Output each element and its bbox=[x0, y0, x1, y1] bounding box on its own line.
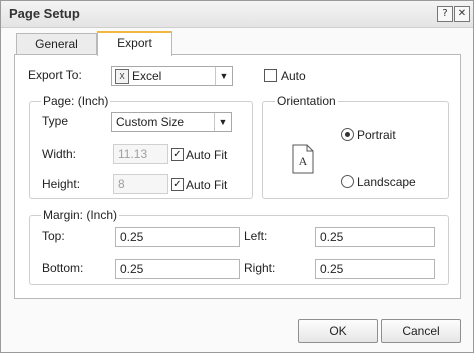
width-auto-fit-checkbox[interactable]: ✓ bbox=[171, 148, 184, 161]
height-auto-fit-label: Auto Fit bbox=[186, 178, 228, 192]
portrait-radio[interactable] bbox=[341, 128, 354, 141]
height-auto-fit-checkbox[interactable]: ✓ bbox=[171, 178, 184, 191]
width-label: Width: bbox=[42, 147, 77, 161]
ok-button[interactable]: OK bbox=[298, 319, 378, 343]
close-icon[interactable]: ✕ bbox=[454, 6, 470, 22]
page-icon-letter: A bbox=[299, 154, 308, 168]
height-field[interactable]: 8 bbox=[113, 174, 168, 194]
landscape-label: Landscape bbox=[357, 175, 416, 189]
landscape-radio[interactable] bbox=[341, 175, 354, 188]
chevron-down-icon: ▼ bbox=[214, 113, 231, 131]
orientation-group bbox=[262, 101, 449, 199]
auto-label: Auto bbox=[281, 69, 306, 83]
page-group-label: Page: (Inch) bbox=[41, 94, 111, 108]
margin-bottom-value: 0.25 bbox=[120, 262, 144, 276]
export-format-value: Excel bbox=[132, 69, 162, 83]
portrait-label: Portrait bbox=[357, 128, 396, 142]
tab-export[interactable]: Export bbox=[97, 31, 172, 56]
page-type-select[interactable]: Custom Size ▼ bbox=[111, 112, 232, 132]
help-icon[interactable]: ? bbox=[437, 6, 453, 22]
margin-right-label: Right: bbox=[244, 261, 276, 275]
type-label: Type bbox=[42, 114, 69, 128]
margin-top-field[interactable]: 0.25 bbox=[115, 227, 240, 247]
page-setup-dialog: Page Setup ? ✕ General Export Export To:… bbox=[0, 0, 474, 353]
orientation-group-label: Orientation bbox=[275, 94, 338, 108]
margin-right-field[interactable]: 0.25 bbox=[315, 259, 435, 279]
export-format-select[interactable]: X Excel ▼ bbox=[111, 66, 233, 86]
height-value: 8 bbox=[118, 177, 125, 191]
width-auto-fit-label: Auto Fit bbox=[186, 148, 228, 162]
excel-icon: X bbox=[115, 69, 129, 84]
width-field[interactable]: 11.13 bbox=[113, 144, 168, 164]
margin-left-field[interactable]: 0.25 bbox=[315, 227, 435, 247]
height-label: Height: bbox=[42, 177, 81, 191]
title-bar: Page Setup ? ✕ bbox=[1, 1, 473, 28]
dialog-title: Page Setup bbox=[9, 6, 80, 21]
tab-general[interactable]: General bbox=[16, 33, 97, 54]
margin-top-value: 0.25 bbox=[120, 230, 144, 244]
radio-selected-dot bbox=[345, 132, 350, 137]
page-orientation-icon: A bbox=[292, 144, 314, 174]
margin-bottom-label: Bottom: bbox=[42, 261, 84, 275]
margin-group-label: Margin: (Inch) bbox=[41, 208, 120, 222]
margin-left-label: Left: bbox=[244, 229, 268, 243]
width-value: 11.13 bbox=[118, 147, 148, 161]
export-to-label: Export To: bbox=[28, 68, 82, 82]
cancel-button[interactable]: Cancel bbox=[381, 319, 461, 343]
margin-bottom-field[interactable]: 0.25 bbox=[115, 259, 240, 279]
margin-left-value: 0.25 bbox=[320, 230, 344, 244]
margin-top-label: Top: bbox=[42, 229, 65, 243]
chevron-down-icon: ▼ bbox=[215, 67, 232, 85]
margin-right-value: 0.25 bbox=[320, 262, 344, 276]
auto-checkbox[interactable] bbox=[264, 69, 277, 82]
page-type-value: Custom Size bbox=[116, 115, 185, 129]
